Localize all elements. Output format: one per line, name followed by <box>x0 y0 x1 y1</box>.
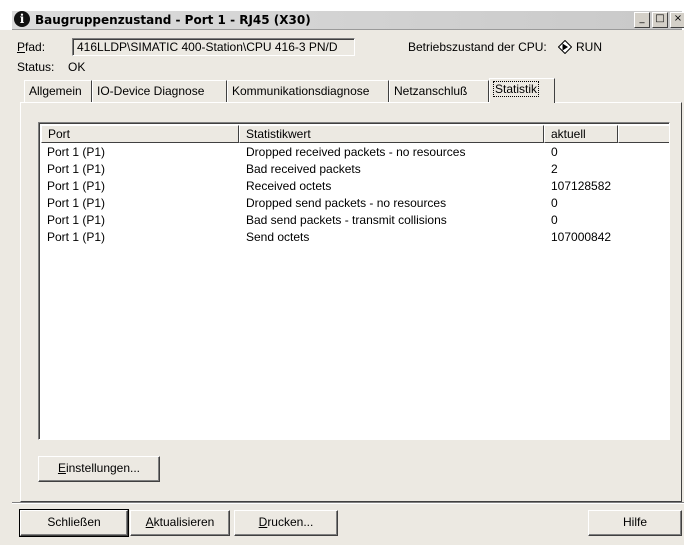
refresh-button-label: ktualisieren <box>153 515 215 529</box>
info-icon: i <box>14 11 30 27</box>
tab-netzanschluss[interactable]: Netzanschluß <box>389 80 489 102</box>
close-icon[interactable]: × <box>670 12 684 28</box>
column-header-statistikwert[interactable]: Statistikwert <box>239 125 544 143</box>
print-button-accel: D <box>258 515 268 529</box>
cell-port: Port 1 (P1) <box>47 213 106 227</box>
tab-kommunikationsdiagnose[interactable]: Kommunikationsdiagnose <box>227 80 389 102</box>
column-header-blank <box>618 125 669 143</box>
cell-port: Port 1 (P1) <box>47 230 106 244</box>
column-header-aktuell[interactable]: aktuell <box>544 125 618 143</box>
cell-aktuell: 2 <box>551 162 558 176</box>
cell-aktuell: 107128582 <box>551 179 612 193</box>
minimize-icon[interactable]: _ <box>634 12 650 28</box>
cell-port: Port 1 (P1) <box>47 162 106 176</box>
tab-statistik[interactable]: Statistik <box>489 78 555 103</box>
cell-port: Port 1 (P1) <box>47 145 106 159</box>
cell-port: Port 1 (P1) <box>47 179 106 193</box>
cell-statistikwert: Received octets <box>246 179 332 193</box>
cell-statistikwert: Bad send packets - transmit collisions <box>246 213 447 227</box>
path-field[interactable]: 416LLDP\SIMATIC 400-Station\CPU 416-3 PN… <box>72 38 355 56</box>
tab-label: Kommunikationsdiagnose <box>232 84 370 98</box>
maximize-icon[interactable]: □ <box>652 12 668 28</box>
list-header: Port Statistikwert aktuell <box>41 125 669 143</box>
cell-aktuell: 0 <box>551 213 558 227</box>
tab-label: Netzanschluß <box>394 84 468 98</box>
tab-io-device-diagnose[interactable]: IO-Device Diagnose <box>92 80 227 102</box>
refresh-button[interactable]: Aktualisieren <box>130 510 230 536</box>
title-bar: i Baugruppenzustand - Port 1 - RJ45 (X30… <box>0 0 684 30</box>
close-button[interactable]: Schließen <box>19 509 129 537</box>
path-label-accel: P <box>17 40 26 54</box>
cell-statistikwert: Dropped send packets - no resources <box>246 196 447 210</box>
cell-aktuell: 107000842 <box>551 230 612 244</box>
run-state-icon <box>558 40 572 54</box>
table-row[interactable]: Port 1 (P1) Bad send packets - transmit … <box>41 212 669 228</box>
statistics-list[interactable]: Port Statistikwert aktuell Port 1 (P1) D… <box>38 122 670 440</box>
cell-statistikwert: Bad received packets <box>246 162 361 176</box>
tab-label: IO-Device Diagnose <box>97 84 205 98</box>
table-row[interactable]: Port 1 (P1) Dropped received packets - n… <box>41 144 669 160</box>
path-label: Pfad: <box>17 39 45 55</box>
status-value: OK <box>68 60 86 74</box>
table-row[interactable]: Port 1 (P1) Bad received packets 2 <box>41 161 669 177</box>
cell-statistikwert: Dropped received packets - no resources <box>246 145 466 159</box>
cell-port: Port 1 (P1) <box>47 196 106 210</box>
cell-aktuell: 0 <box>551 145 558 159</box>
window-title: Baugruppenzustand - Port 1 - RJ45 (X30) <box>35 13 311 27</box>
tab-label: Allgemein <box>29 84 82 98</box>
settings-button-label: instellungen... <box>65 461 141 475</box>
help-button[interactable]: Hilfe <box>588 510 682 536</box>
cpu-state-value: RUN <box>576 40 602 54</box>
path-label-text: fad: <box>25 40 46 54</box>
settings-button-accel: E <box>57 461 66 475</box>
column-header-port[interactable]: Port <box>41 125 239 143</box>
cell-statistikwert: Send octets <box>246 230 310 244</box>
separator <box>12 502 684 504</box>
status-label: Status: <box>17 60 55 74</box>
table-row[interactable]: Port 1 (P1) Received octets 107128582 <box>41 178 669 194</box>
print-button-label: rucken... <box>267 515 314 529</box>
print-button[interactable]: Drucken... <box>234 510 338 536</box>
cell-aktuell: 0 <box>551 196 558 210</box>
tab-label: Statistik <box>492 81 540 97</box>
tab-allgemein[interactable]: Allgemein <box>24 80 92 102</box>
refresh-button-accel: A <box>145 515 154 529</box>
settings-button[interactable]: Einstellungen... <box>38 456 160 482</box>
cpu-state-label: Betriebszustand der CPU: <box>408 40 547 54</box>
table-row[interactable]: Port 1 (P1) Dropped send packets - no re… <box>41 195 669 211</box>
window-controls: _ □ × <box>634 12 684 28</box>
table-row[interactable]: Port 1 (P1) Send octets 107000842 <box>41 229 669 245</box>
dialog-window: i Baugruppenzustand - Port 1 - RJ45 (X30… <box>0 0 684 545</box>
